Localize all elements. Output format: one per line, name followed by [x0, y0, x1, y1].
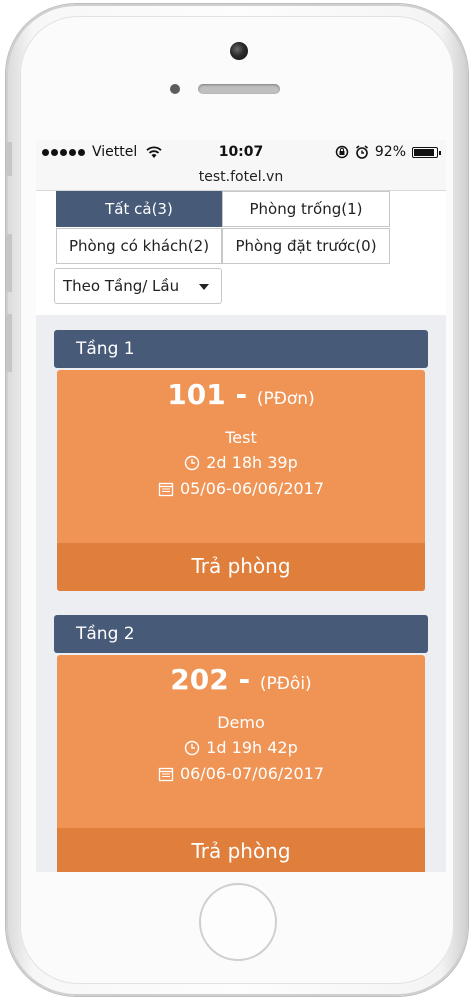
filter-all-button[interactable]: Tất cả(3)	[56, 191, 222, 227]
guest-name: Demo	[217, 713, 265, 732]
status-bar: Viettel 10:07 92%	[36, 140, 446, 166]
battery-percentage: 92%	[374, 144, 406, 160]
room-type: (PĐôi)	[259, 674, 312, 694]
room-card[interactable]: 202 - (PĐôi) Demo 1d 19h 42p 06/06-07/06…	[57, 655, 425, 872]
phone-screen: Viettel 10:07 92% test.fotel.vn Tất cả(3…	[36, 140, 446, 872]
room-number: 101 -	[167, 378, 257, 411]
guest-name: Test	[225, 428, 257, 447]
stay-duration: 1d 19h 42p	[57, 738, 425, 757]
browser-url-bar[interactable]: test.fotel.vn	[36, 166, 446, 191]
battery-level-fill	[414, 148, 435, 156]
front-camera	[230, 42, 248, 60]
room-title: 202 - (PĐôi)	[57, 663, 425, 696]
url-text: test.fotel.vn	[198, 169, 284, 185]
dates-text: 06/06-07/06/2017	[179, 764, 325, 783]
volume-down-button	[6, 314, 12, 372]
checkout-button[interactable]: Trả phòng	[57, 828, 425, 872]
room-card-body: 101 - (PĐơn) Test 2d 18h 39p 05/06-06/06…	[57, 370, 425, 543]
volume-up-button	[6, 234, 12, 292]
filter-reserved-rooms-button[interactable]: Phòng đặt trước(0)	[222, 228, 390, 264]
room-number: 202 -	[170, 663, 260, 696]
floor-section: Tầng 2 202 - (PĐôi) Demo 1d 19h 42p 06/0…	[54, 615, 428, 872]
mute-switch	[6, 142, 12, 176]
room-title: 101 - (PĐơn)	[57, 378, 425, 411]
clock-icon	[185, 740, 200, 755]
proximity-sensor	[170, 84, 180, 94]
status-right-group: 92%	[335, 144, 441, 160]
room-type: (PĐơn)	[256, 389, 315, 409]
stay-dates: 05/06-06/06/2017	[57, 479, 425, 498]
floor-select-value: Theo Tầng/ Lầu	[63, 277, 180, 295]
home-button[interactable]	[199, 883, 277, 961]
room-filter-panel: Tất cả(3) Phòng trống(1) Phòng có khách(…	[36, 191, 446, 315]
calendar-icon	[158, 482, 174, 496]
clock-icon	[185, 455, 200, 470]
duration-text: 2d 18h 39p	[206, 453, 298, 472]
filter-empty-rooms-button[interactable]: Phòng trống(1)	[222, 191, 390, 227]
checkout-button[interactable]: Trả phòng	[57, 543, 425, 591]
calendar-icon	[158, 767, 174, 781]
dates-text: 05/06-06/06/2017	[179, 479, 325, 498]
floor-select-dropdown[interactable]: Theo Tầng/ Lầu	[54, 268, 222, 304]
battery-icon	[412, 146, 441, 158]
duration-text: 1d 19h 42p	[206, 738, 298, 757]
filter-occupied-rooms-button[interactable]: Phòng có khách(2)	[56, 228, 222, 264]
floor-header: Tầng 2	[54, 615, 428, 653]
rotation-lock-icon	[335, 145, 349, 159]
room-card-body: 202 - (PĐôi) Demo 1d 19h 42p 06/06-07/06…	[57, 655, 425, 828]
alarm-icon	[355, 145, 368, 159]
room-card[interactable]: 101 - (PĐơn) Test 2d 18h 39p 05/06-06/06…	[57, 370, 425, 591]
earpiece-speaker	[198, 84, 280, 94]
stay-duration: 2d 18h 39p	[57, 453, 425, 472]
floor-section: Tầng 1 101 - (PĐơn) Test 2d 18h 39p 05/0…	[54, 330, 428, 591]
floor-header: Tầng 1	[54, 330, 428, 368]
chevron-down-icon	[199, 284, 209, 290]
stay-dates: 06/06-07/06/2017	[57, 764, 425, 783]
